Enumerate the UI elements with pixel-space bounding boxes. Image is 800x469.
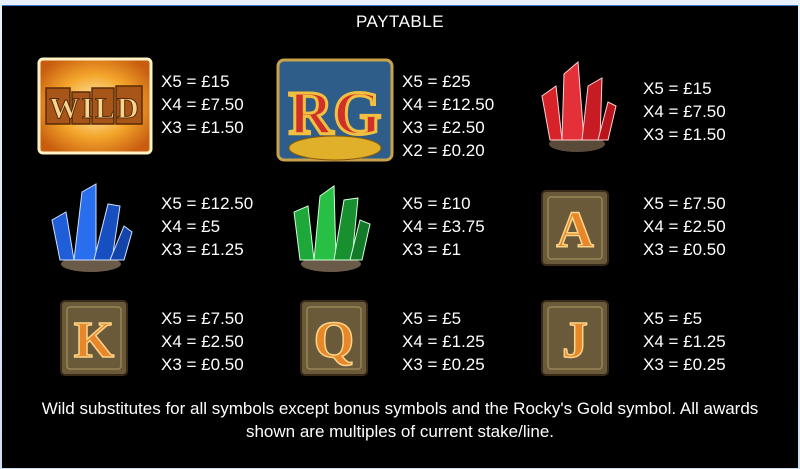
- pay-line: X3 = £1: [402, 240, 462, 259]
- paytable-a: X5 = £7.50 X4 = £2.50 X3 = £0.50: [643, 192, 726, 261]
- q-symbol-icon: Q: [299, 299, 369, 377]
- pay-line: X4 = £1.25: [643, 332, 726, 351]
- a-symbol-label: A: [556, 202, 594, 259]
- paytable-j: X5 = £5 X4 = £1.25 X3 = £0.25: [643, 307, 726, 376]
- paytable-panel: PAYTABLE WILD X5 = £15 X4 = £7.50 X3 = £…: [2, 5, 798, 468]
- j-symbol-icon: J: [540, 299, 610, 377]
- pay-line: X4 = £2.50: [643, 217, 726, 236]
- pay-line: X4 = £3.75: [402, 217, 485, 236]
- a-symbol-icon: A: [540, 189, 610, 267]
- paytable-red-crystal: X5 = £15 X4 = £7.50 X3 = £1.50: [643, 77, 726, 146]
- pay-line: X3 = £0.50: [161, 355, 244, 374]
- pay-line: X5 = £15: [161, 72, 230, 91]
- pay-line: X2 = £0.20: [402, 141, 485, 160]
- pay-line: X5 = £5: [402, 309, 462, 328]
- rg-symbol-icon: RG: [276, 56, 394, 166]
- pay-line: X3 = £1.25: [161, 240, 244, 259]
- pay-line: X3 = £1.50: [643, 125, 726, 144]
- pay-line: X5 = £7.50: [643, 194, 726, 213]
- pay-line: X4 = £1.25: [402, 332, 485, 351]
- paytable-blue-crystal: X5 = £12.50 X4 = £5 X3 = £1.25: [161, 192, 253, 261]
- j-symbol-label: J: [562, 312, 588, 369]
- pay-line: X5 = £15: [643, 79, 712, 98]
- k-symbol-icon: K: [59, 299, 129, 377]
- pay-line: X5 = £7.50: [161, 309, 244, 328]
- k-symbol-label: K: [74, 312, 115, 369]
- paytable-footer-note: Wild substitutes for all symbols except …: [41, 399, 759, 441]
- pay-line: X3 = £0.25: [643, 355, 726, 374]
- pay-line: X4 = £5: [161, 217, 221, 236]
- pay-line: X3 = £0.25: [402, 355, 485, 374]
- paytable-wild: X5 = £15 X4 = £7.50 X3 = £1.50: [161, 70, 244, 139]
- pay-line: X3 = £1.50: [161, 118, 244, 137]
- pay-line: X4 = £7.50: [161, 95, 244, 114]
- wild-symbol-label: WILD: [49, 92, 140, 125]
- paytable-rg: X5 = £25 X4 = £12.50 X3 = £2.50 X2 = £0.…: [402, 70, 494, 162]
- paytable-q: X5 = £5 X4 = £1.25 X3 = £0.25: [402, 307, 485, 376]
- red-crystal-icon: [532, 56, 622, 156]
- pay-line: X5 = £12.50: [161, 194, 254, 213]
- pay-line: X3 = £0.50: [643, 240, 726, 259]
- pay-line: X3 = £2.50: [402, 118, 485, 137]
- pay-line: X4 = £7.50: [643, 102, 726, 121]
- pay-line: X5 = £25: [402, 72, 471, 91]
- paytable-title: PAYTABLE: [355, 12, 445, 31]
- q-symbol-label: Q: [314, 312, 354, 369]
- blue-crystal-icon: [46, 176, 136, 276]
- pay-line: X4 = £2.50: [161, 332, 244, 351]
- wild-symbol-icon: WILD: [36, 56, 154, 156]
- rg-symbol-label: RG: [289, 80, 382, 148]
- pay-line: X5 = £10: [402, 194, 471, 213]
- pay-line: X5 = £5: [643, 309, 703, 328]
- paytable-green-crystal: X5 = £10 X4 = £3.75 X3 = £1: [402, 192, 485, 261]
- green-crystal-icon: [286, 176, 376, 276]
- paytable-k: X5 = £7.50 X4 = £2.50 X3 = £0.50: [161, 307, 244, 376]
- pay-line: X4 = £12.50: [402, 95, 495, 114]
